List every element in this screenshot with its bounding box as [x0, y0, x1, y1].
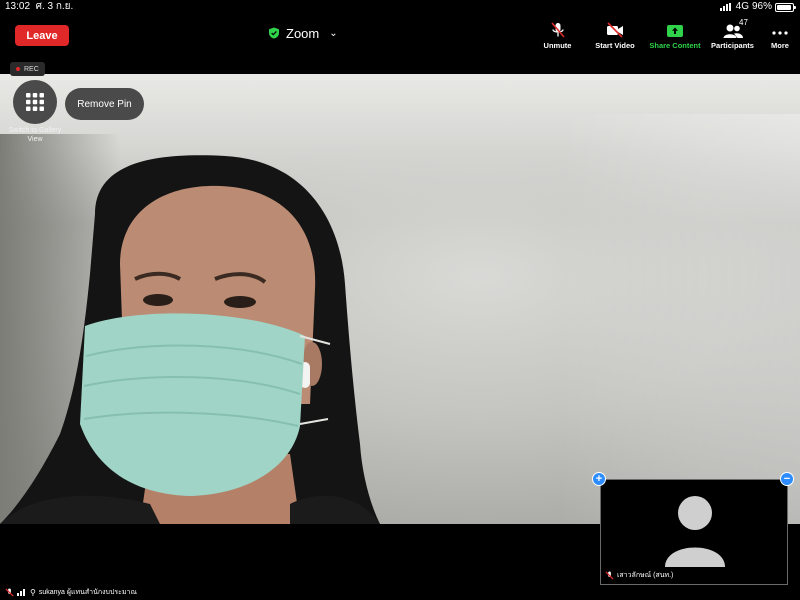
expand-self-view-button[interactable]: +	[592, 472, 606, 486]
battery-icon	[775, 2, 796, 12]
muted-mic-icon	[550, 22, 565, 38]
status-right: 4G 96%	[719, 0, 796, 14]
minimize-self-view-button[interactable]: −	[780, 472, 794, 486]
active-speaker-label: ⚲ sukanya ผู้แทนสำนักงบประมาณ	[5, 586, 137, 598]
self-view-tile[interactable]: เสาวลักษณ์ (สนท.)	[600, 479, 788, 585]
gallery-view-label: Switch to Gallery View	[8, 127, 62, 143]
unmute-label: Unmute	[543, 41, 572, 50]
battery-percent: 96%	[751, 1, 772, 12]
start-video-button[interactable]: Start Video	[585, 20, 645, 50]
record-dot-icon	[16, 67, 20, 71]
status-left: 13:02 ศ. 3 ก.ย.	[5, 0, 73, 14]
grid-icon	[26, 93, 44, 111]
status-bar: 13:02 ศ. 3 ก.ย. 4G 96%	[0, 0, 800, 14]
meeting-toolbar: Leave Zoom ⌄ Unmute Start Video Share Co…	[0, 14, 800, 56]
avatar-icon	[665, 496, 725, 567]
remove-pin-button[interactable]: Remove Pin	[65, 88, 144, 120]
status-time: 13:02	[5, 1, 31, 12]
active-speaker-name: sukanya ผู้แทนสำนักงบประมาณ	[38, 588, 137, 596]
toolbar-right: Unmute Start Video Share Content 47 Part…	[530, 18, 800, 56]
connection-signal-icon	[17, 588, 25, 596]
chevron-down-icon: ⌄	[329, 27, 338, 39]
share-content-label: Share Content	[649, 41, 701, 50]
more-button[interactable]: More	[760, 20, 800, 50]
start-video-label: Start Video	[595, 41, 635, 50]
participants-label: Participants	[711, 41, 754, 50]
status-date: ศ. 3 ก.ย.	[35, 1, 74, 12]
more-label: More	[771, 41, 789, 50]
pinned-icon: ⚲	[30, 587, 36, 597]
participants-button[interactable]: 47 Participants	[705, 18, 760, 50]
shield-icon	[269, 27, 279, 39]
network-type: 4G	[735, 1, 749, 12]
muted-mic-icon	[5, 587, 14, 597]
rec-label: REC	[24, 65, 39, 73]
share-content-button[interactable]: Share Content	[645, 20, 705, 50]
meeting-title-button[interactable]: Zoom ⌄	[268, 24, 338, 42]
switch-gallery-view-button[interactable]	[13, 80, 57, 124]
leave-button[interactable]: Leave	[15, 25, 69, 46]
recording-badge: REC	[10, 62, 45, 76]
signal-icon	[719, 3, 731, 11]
meeting-title: Zoom	[286, 25, 320, 41]
unmute-button[interactable]: Unmute	[530, 20, 585, 50]
share-screen-icon	[667, 25, 683, 37]
muted-mic-icon	[605, 571, 614, 580]
video-off-icon	[607, 22, 623, 38]
self-view-name: เสาวลักษณ์ (สนท.)	[617, 572, 674, 579]
speaker-figure	[0, 155, 380, 524]
more-dots-icon	[772, 31, 788, 35]
participants-count: 47	[739, 18, 748, 27]
self-view-label: เสาวลักษณ์ (สนท.)	[605, 570, 673, 581]
active-speaker-video[interactable]	[0, 74, 800, 524]
